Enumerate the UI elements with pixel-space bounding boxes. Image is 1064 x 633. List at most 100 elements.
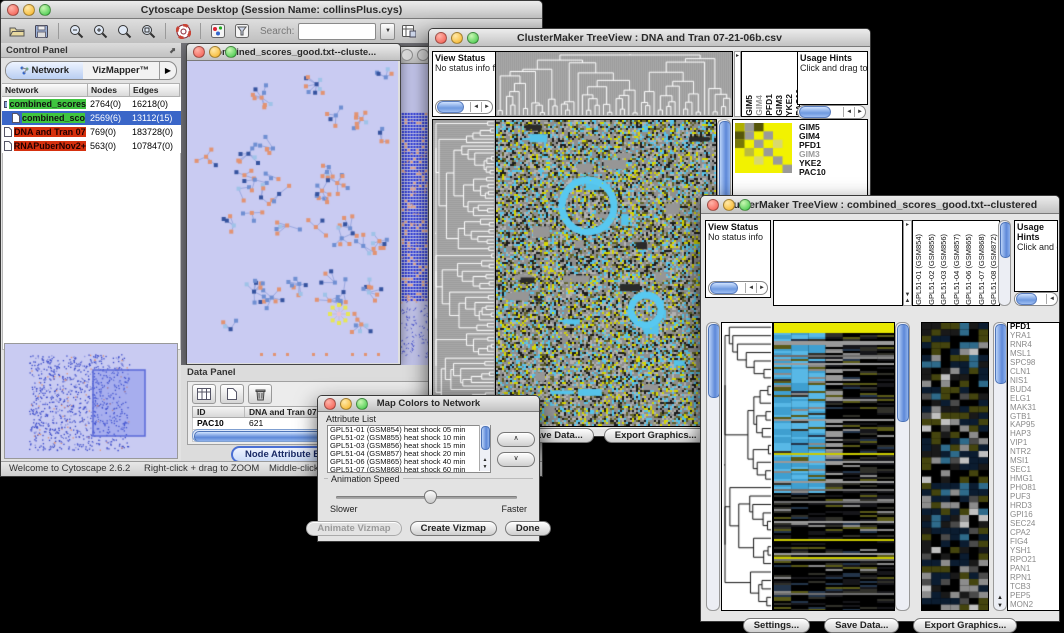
scrollbar-thumb[interactable] [1016,293,1037,305]
network-row-selected[interactable]: combined_sco 2569(6) 13112(15) [2,111,181,125]
save-icon[interactable] [31,22,51,40]
tv1-splitter[interactable]: ▸ [734,51,741,117]
close-icon[interactable] [193,46,205,58]
delete-attribute-trash-icon[interactable] [248,384,272,404]
tv1-export-graphics-button[interactable]: Export Graphics... [604,428,708,443]
col-network[interactable]: Network [2,83,88,97]
splitter-arrows[interactable]: ▼▲ [904,292,911,304]
zoom-selected-icon[interactable] [114,22,134,40]
attribute-list-item[interactable]: GPL51-07 (GSM868) heat shock 60 min [328,466,490,473]
move-up-button[interactable]: ∧ [497,432,535,447]
animate-vizmap-button[interactable]: Animate Vizmap [306,521,401,536]
scroll-up-icon[interactable]: ▲ [480,457,490,463]
zoom-window-icon[interactable] [739,199,751,211]
scroll-down-icon[interactable]: ▼ [480,464,490,470]
tv1-usage-scrollbar[interactable]: ◄► [797,105,866,119]
birdseye-overview-canvas[interactable] [4,343,178,459]
attribute-list-vscrollbar[interactable]: ▲ ▼ [479,425,490,471]
col-nodes[interactable]: Nodes [88,83,130,97]
scroll-left-icon[interactable]: ◄ [843,107,854,117]
minimize-icon[interactable] [209,46,221,58]
search-dropdown-arrow-icon[interactable]: ▼ [380,23,395,40]
tv2-heatmap-canvas[interactable] [773,322,895,611]
scroll-right-icon[interactable]: ► [854,107,865,117]
tv2-dendro-vscrollbar[interactable] [706,322,720,611]
window-controls[interactable] [435,32,479,44]
open-folder-icon[interactable] [7,22,27,40]
column-label[interactable]: YKE2 [784,94,794,116]
column-label[interactable]: GPL51-06 (GSM865) [964,234,973,305]
tv2-titlebar[interactable]: ClusterMaker TreeView : combined_scores_… [701,196,1059,214]
vizmapper-icon[interactable] [208,22,228,40]
tv2-zoom-heatmap-canvas[interactable] [921,322,989,611]
minimize-icon[interactable] [23,4,35,16]
tab-vizmapper[interactable]: VizMapper™ [83,62,160,79]
zoom-fit-icon[interactable] [138,22,158,40]
net1-titlebar[interactable]: combined_scores_good.txt--cluste... [187,44,400,61]
scroll-right-icon[interactable]: ► [481,102,492,112]
view-status-scrollbar[interactable]: ◄► [435,100,493,114]
network-canvas-1[interactable] [187,61,398,363]
tab-network[interactable]: Network [6,62,83,79]
scrollbar-thumb[interactable] [481,426,490,450]
tv2-settings-button[interactable]: Settings... [743,618,810,633]
col-edges[interactable]: Edges [130,83,180,97]
zoom-out-icon[interactable] [66,22,86,40]
done-button[interactable]: Done [505,521,551,536]
dialog-titlebar[interactable]: Map Colors to Network [318,396,539,412]
column-label[interactable]: GPL51-02 (GSM855) [927,234,936,305]
zoom-in-icon[interactable] [90,22,110,40]
scrollbar-thumb[interactable] [437,101,464,113]
tv2-labels-vscrollbar[interactable] [998,220,1011,306]
window-controls[interactable] [707,199,751,211]
tv1-row-dendrogram-canvas[interactable] [432,119,496,427]
column-label[interactable]: GIM5 [744,95,754,116]
close-icon[interactable] [324,398,336,410]
tv2-heatmap-vscrollbar[interactable] [895,322,910,611]
scrollbar-thumb[interactable] [799,106,831,118]
network-row[interactable]: combined_scores 2764(0) 16218(0) [2,97,181,111]
zoom-window-icon[interactable] [356,398,368,410]
zoom-window-icon[interactable] [225,46,237,58]
import-table-icon[interactable] [399,22,419,40]
scrollbar-thumb[interactable] [995,324,1007,384]
main-titlebar[interactable]: Cytoscape Desktop (Session Name: collins… [1,1,542,19]
close-icon[interactable] [7,4,19,16]
window-controls[interactable] [7,4,51,16]
select-attributes-icon[interactable] [192,384,216,404]
column-label[interactable]: GPL51-07 (GSM868) [977,234,986,305]
network-row[interactable]: DNA and Tran 07 769(0) 183728(0) [2,125,181,139]
column-label[interactable]: GIM4 [754,95,764,116]
create-vizmap-button[interactable]: Create Vizmap [410,521,497,536]
scroll-left-icon[interactable]: ◄ [470,102,481,112]
minimize-icon[interactable] [340,398,352,410]
column-label[interactable]: GPL51-08 (GSM872) [989,234,998,305]
scrollbar-thumb[interactable] [710,282,738,294]
scroll-right-icon[interactable]: ► [756,283,767,293]
window-controls[interactable] [193,46,237,58]
zoom-window-icon[interactable] [467,32,479,44]
scroll-left-icon[interactable]: ◄ [1046,294,1057,304]
minimize-icon[interactable] [723,199,735,211]
column-label[interactable]: GPL51-04 (GSM857) [952,234,961,305]
column-label[interactable]: GPL51-03 (GSM856) [939,234,948,305]
zoom-window-icon[interactable] [39,4,51,16]
view-status-scrollbar[interactable]: ◄► [708,281,768,295]
tv2-splitter[interactable]: ▸▼▲ [903,220,912,306]
move-down-button[interactable]: ∨ [497,452,535,467]
network-row[interactable]: RNAPuberNov2+ 563(0) 107847(0) [2,139,181,153]
column-label[interactable]: GPL51-01 (GSM854) [914,234,923,305]
tv2-save-data-button[interactable]: Save Data... [824,618,899,633]
scrollbar-thumb[interactable] [708,324,720,398]
tv1-heatmap-canvas[interactable] [495,119,717,427]
scroll-down-icon[interactable]: ▼ [994,603,1006,609]
tabs-overflow-arrow[interactable]: ▶ [159,62,176,79]
scrollbar-thumb[interactable] [1000,222,1011,258]
gene-label[interactable]: PAC10 [799,168,863,177]
new-attribute-icon[interactable] [220,384,244,404]
tv2-column-dendrogram-area[interactable] [773,220,903,306]
window-controls[interactable] [324,398,368,410]
scrollbar-thumb[interactable] [897,324,909,422]
gene-label[interactable]: MON2 [1010,601,1059,610]
tv1-zoom-heatmap-canvas[interactable] [735,123,792,173]
